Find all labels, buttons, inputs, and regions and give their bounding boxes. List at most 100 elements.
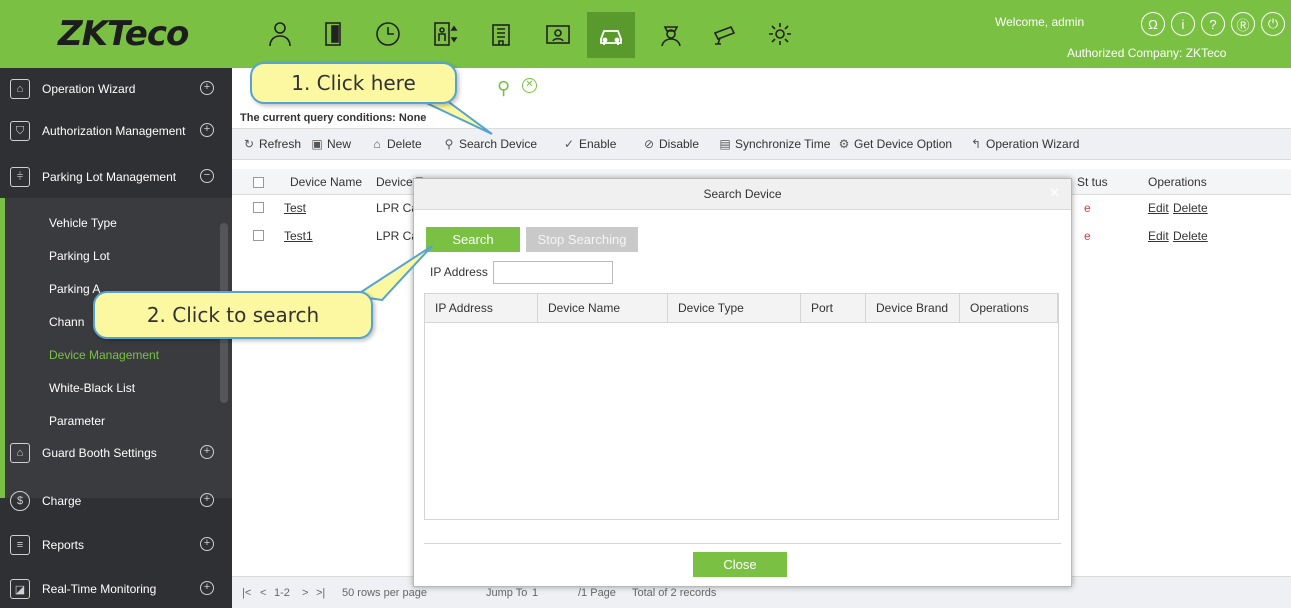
close-button[interactable]: Close bbox=[693, 552, 787, 577]
back-arrow-icon: ↰ bbox=[970, 137, 982, 151]
row-checkbox[interactable] bbox=[253, 230, 264, 241]
rows-per-page-select[interactable]: 50 rows per page bbox=[342, 587, 427, 599]
monitor-icon: ◪ bbox=[10, 579, 30, 599]
get-device-option-button[interactable]: ⚙ Get Device Option bbox=[837, 137, 952, 151]
welcome-text: Welcome, admin bbox=[995, 15, 1085, 29]
search-device-button[interactable]: ⚲ Search Device bbox=[442, 137, 537, 151]
sidebar-item-label: Charge bbox=[42, 494, 82, 508]
clear-icon[interactable]: ✕ bbox=[522, 78, 537, 93]
elevator-icon[interactable] bbox=[425, 14, 465, 54]
sliders-icon: ⫩ bbox=[10, 167, 30, 187]
sidebar-item-real-time-monitoring[interactable]: ◪ Real-Time Monitoring + bbox=[0, 568, 232, 608]
expand-icon[interactable]: + bbox=[200, 445, 214, 459]
sidebar-item-vehicle-type[interactable]: Vehicle Type bbox=[49, 216, 117, 230]
clock-icon[interactable] bbox=[368, 14, 408, 54]
visitor-icon[interactable] bbox=[538, 14, 578, 54]
shield-icon: ⛉ bbox=[10, 121, 30, 141]
divider bbox=[424, 543, 1061, 544]
delete-link[interactable]: Delete bbox=[1173, 229, 1208, 243]
sidebar-item-device-management[interactable]: Device Management bbox=[49, 348, 159, 362]
disable-icon: ⊘ bbox=[643, 137, 655, 151]
edit-link[interactable]: Edit bbox=[1148, 201, 1169, 215]
page-range: 1-2 bbox=[274, 587, 290, 599]
profile-icon[interactable]: Ⓡ bbox=[1231, 12, 1255, 36]
stop-searching-button[interactable]: Stop Searching bbox=[526, 227, 638, 252]
column-operations: Operations bbox=[960, 294, 1058, 323]
top-header: ZKTeco Welcome, admin Ω i ? Ⓡ ⏻ Authoriz… bbox=[0, 0, 1291, 68]
expand-icon[interactable]: + bbox=[200, 81, 214, 95]
delete-icon: ⌂ bbox=[373, 137, 381, 151]
sidebar-item-white-black-list[interactable]: White-Black List bbox=[49, 381, 135, 395]
sidebar-item-parking-lot[interactable]: Parking Lot bbox=[49, 249, 110, 263]
sidebar-item-label: Guard Booth Settings bbox=[42, 446, 157, 460]
expand-icon[interactable]: + bbox=[200, 493, 214, 507]
guard-icon[interactable] bbox=[651, 14, 691, 54]
refresh-button[interactable]: ↻ Refresh bbox=[242, 137, 301, 151]
expand-icon[interactable]: + bbox=[200, 123, 214, 137]
collapse-icon[interactable]: − bbox=[200, 169, 214, 183]
page-input[interactable]: 1 bbox=[532, 587, 538, 599]
sidebar-item-parking-lot-management[interactable]: ⫩ Parking Lot Management − bbox=[0, 156, 232, 198]
disable-button[interactable]: ⊘ Disable bbox=[642, 137, 699, 151]
device-name-link[interactable]: Test bbox=[284, 201, 306, 215]
report-icon: ≡ bbox=[10, 535, 30, 555]
sidebar-item-label: Authorization Management bbox=[42, 124, 186, 138]
status-cell: e bbox=[1084, 229, 1091, 243]
enable-button[interactable]: ✓ Enable bbox=[562, 137, 616, 151]
help-icon[interactable]: ? bbox=[1201, 12, 1225, 36]
column-device-type: Device Type bbox=[668, 294, 801, 323]
car-icon[interactable] bbox=[587, 12, 635, 58]
synchronize-time-button[interactable]: ▤ Synchronize Time bbox=[718, 137, 830, 151]
door-icon[interactable] bbox=[313, 14, 353, 54]
callout-step2: 2. Click to search bbox=[93, 291, 373, 339]
select-all-checkbox[interactable] bbox=[253, 177, 264, 188]
column-status[interactable]: St tus bbox=[1077, 175, 1108, 189]
booth-icon: ⌂ bbox=[10, 443, 30, 463]
user-icon[interactable]: Ω bbox=[1141, 12, 1165, 36]
wizard-icon: ⌂ bbox=[10, 79, 30, 99]
search-icon: ⚲ bbox=[444, 137, 454, 151]
sidebar-item-charge[interactable]: $ Charge + bbox=[0, 480, 232, 522]
row-checkbox[interactable] bbox=[253, 202, 264, 213]
personnel-icon[interactable] bbox=[260, 14, 300, 54]
prev-page-icon[interactable]: < bbox=[260, 587, 266, 599]
callout-step1: 1. Click here bbox=[250, 62, 457, 104]
power-icon[interactable]: ⏻ bbox=[1261, 12, 1285, 36]
new-button[interactable]: ▣ New bbox=[310, 137, 351, 151]
column-port: Port bbox=[801, 294, 866, 323]
sidebar-item-authorization[interactable]: ⛉ Authorization Management + bbox=[0, 110, 232, 152]
ip-address-input[interactable] bbox=[493, 261, 613, 284]
column-device-brand: Device Brand bbox=[866, 294, 960, 323]
sidebar-item-parking-area[interactable]: Parking A bbox=[49, 282, 100, 296]
query-conditions: The current query conditions: None bbox=[240, 112, 427, 124]
device-name-link[interactable]: Test1 bbox=[284, 229, 313, 243]
sidebar-item-parameter[interactable]: Parameter bbox=[49, 414, 105, 428]
operation-wizard-button[interactable]: ↰ Operation Wizard bbox=[969, 137, 1079, 151]
sidebar-item-operation-wizard[interactable]: ⌂ Operation Wizard + bbox=[0, 68, 232, 110]
last-page-icon[interactable]: >| bbox=[316, 587, 325, 599]
first-page-icon[interactable]: |< bbox=[242, 587, 251, 599]
column-ip-address: IP Address bbox=[425, 294, 538, 323]
jump-to-label: Jump To bbox=[486, 587, 528, 599]
company-text: Authorized Company: ZKTeco bbox=[1067, 46, 1227, 60]
page-total: /1 Page bbox=[578, 587, 616, 599]
delete-button[interactable]: ⌂ Delete bbox=[370, 137, 421, 151]
close-icon[interactable]: ✕ bbox=[1049, 185, 1063, 200]
sidebar-item-reports[interactable]: ≡ Reports + bbox=[0, 524, 232, 566]
settings-icon[interactable] bbox=[760, 14, 800, 54]
expand-icon[interactable]: + bbox=[200, 537, 214, 551]
info-icon[interactable]: i bbox=[1171, 12, 1195, 36]
expand-icon[interactable]: + bbox=[200, 581, 214, 595]
next-page-icon[interactable]: > bbox=[302, 587, 308, 599]
status-cell: e bbox=[1084, 201, 1091, 215]
building-icon[interactable] bbox=[481, 14, 521, 54]
sidebar-item-guard-booth[interactable]: ⌂ Guard Booth Settings + bbox=[0, 432, 232, 474]
sidebar-item-channel[interactable]: Chann bbox=[49, 315, 84, 329]
search-results-table: IP Address Device Name Device Type Port … bbox=[424, 293, 1059, 520]
column-device-name[interactable]: Device Name bbox=[290, 175, 362, 189]
search-icon[interactable]: ⚲ bbox=[497, 78, 510, 99]
camera-icon[interactable] bbox=[706, 14, 746, 54]
search-button[interactable]: Search bbox=[426, 227, 520, 252]
edit-link[interactable]: Edit bbox=[1148, 229, 1169, 243]
delete-link[interactable]: Delete bbox=[1173, 201, 1208, 215]
